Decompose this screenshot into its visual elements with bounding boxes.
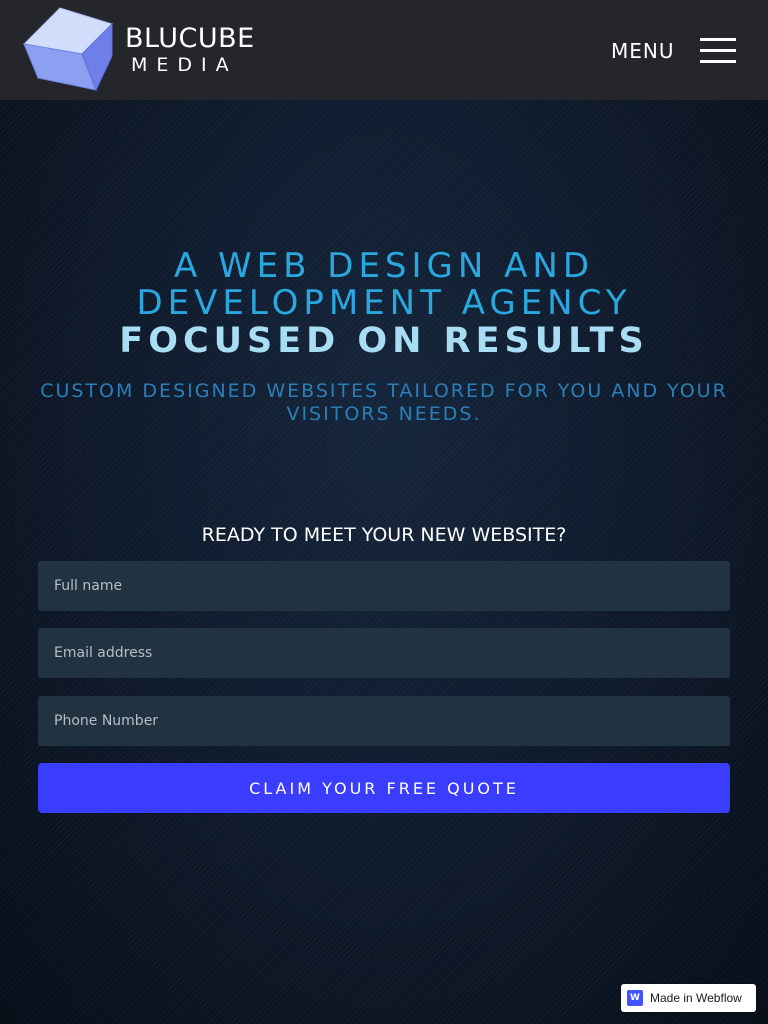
- full-name-input[interactable]: [38, 561, 730, 611]
- site-header: BLUCUBE MEDIA MENU: [0, 0, 768, 100]
- phone-input[interactable]: [38, 696, 730, 746]
- claim-quote-button[interactable]: CLAIM YOUR FREE QUOTE: [38, 763, 730, 813]
- cube-logo-icon[interactable]: [22, 6, 114, 94]
- webflow-logo-icon: W: [627, 990, 643, 1006]
- hamburger-menu-icon[interactable]: [700, 38, 736, 64]
- headline-line-2: DEVELOPMENT AGENCY: [136, 283, 632, 323]
- menu-label[interactable]: MENU: [611, 39, 675, 63]
- hero-subheading: CUSTOM DESIGNED WEBSITES TAILORED FOR YO…: [40, 380, 728, 425]
- brand-subtitle[interactable]: MEDIA: [131, 54, 238, 76]
- headline-line-1: A WEB DESIGN AND: [173, 246, 595, 286]
- webflow-badge-label: Made in Webflow: [650, 991, 742, 1005]
- hero-headline: A WEB DESIGN AND DEVELOPMENT AGENCY FOCU…: [0, 248, 768, 361]
- made-in-webflow-badge[interactable]: W Made in Webflow: [621, 984, 756, 1012]
- headline-emphasis: FOCUSED ON RESULTS: [119, 321, 649, 361]
- form-title: READY TO MEET YOUR NEW WEBSITE?: [201, 524, 567, 546]
- email-input[interactable]: [38, 628, 730, 678]
- brand-name[interactable]: BLUCUBE: [125, 24, 255, 54]
